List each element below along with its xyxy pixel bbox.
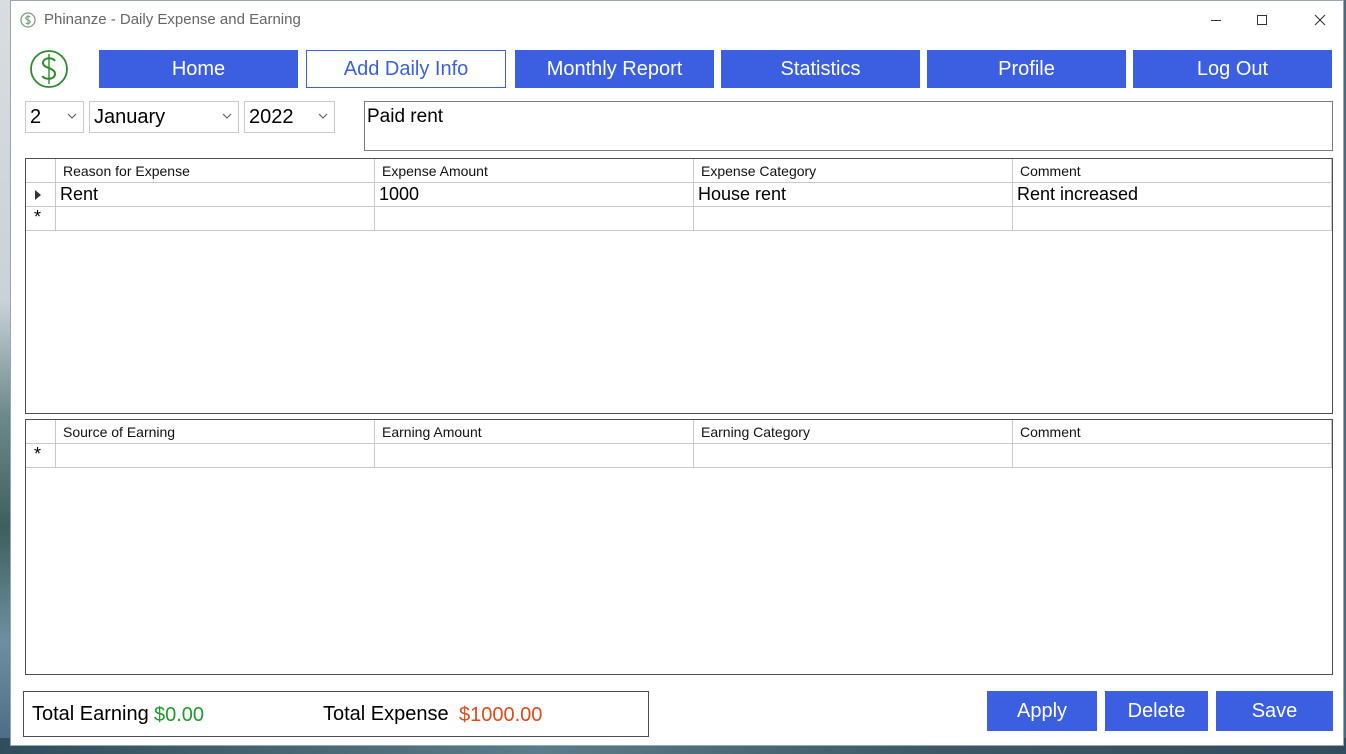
cell-reason[interactable]: Rent bbox=[56, 183, 375, 207]
chevron-down-icon bbox=[222, 113, 232, 119]
new-row[interactable]: * bbox=[26, 444, 1332, 468]
month-select[interactable]: January bbox=[89, 101, 239, 133]
table-row[interactable]: Rent 1000 House rent Rent increased bbox=[26, 183, 1332, 207]
total-earning-value: $0.00 bbox=[154, 704, 205, 726]
close-button[interactable] bbox=[1297, 5, 1343, 35]
total-expense-value: $1000.00 bbox=[459, 704, 543, 726]
close-icon bbox=[1314, 14, 1326, 26]
column-header-earning-amount[interactable]: Earning Amount bbox=[375, 420, 694, 444]
apply-button[interactable]: Apply bbox=[987, 691, 1097, 731]
cell-category[interactable]: House rent bbox=[694, 183, 1013, 207]
new-row-marker[interactable]: * bbox=[26, 444, 56, 468]
row-header-corner bbox=[26, 420, 56, 444]
earning-grid[interactable]: Source of Earning Earning Amount Earning… bbox=[25, 419, 1333, 675]
cell-earning-amount-new[interactable] bbox=[375, 444, 694, 468]
cell-earning-category-new[interactable] bbox=[694, 444, 1013, 468]
day-select-value: 2 bbox=[30, 106, 42, 128]
nav-logout-button[interactable]: Log Out bbox=[1133, 50, 1332, 88]
nav-monthly-report-button[interactable]: Monthly Report bbox=[515, 50, 714, 88]
column-header-comment[interactable]: Comment bbox=[1013, 159, 1332, 183]
totals-panel: Total Earning $0.00 Total Expense $1000.… bbox=[23, 691, 649, 737]
triangle-right-icon bbox=[35, 190, 41, 200]
cell-category-new[interactable] bbox=[694, 207, 1013, 231]
app-logo-dollar-icon bbox=[30, 50, 68, 88]
row-header-corner bbox=[26, 159, 56, 183]
year-select-value: 2022 bbox=[249, 106, 294, 128]
cell-reason-new[interactable] bbox=[56, 207, 375, 231]
dollar-circle-icon bbox=[20, 12, 36, 28]
minimize-button[interactable] bbox=[1193, 5, 1239, 35]
cell-comment[interactable]: Rent increased bbox=[1013, 183, 1332, 207]
maximize-icon bbox=[1257, 15, 1267, 25]
new-row-marker[interactable]: * bbox=[26, 207, 56, 231]
nav-add-daily-info-button[interactable]: Add Daily Info bbox=[306, 50, 506, 88]
earning-grid-header: Source of Earning Earning Amount Earning… bbox=[26, 420, 1332, 444]
cell-earning-comment-new[interactable] bbox=[1013, 444, 1332, 468]
new-row[interactable]: * bbox=[26, 207, 1332, 231]
minimize-icon bbox=[1211, 20, 1221, 21]
expense-grid-header: Reason for Expense Expense Amount Expens… bbox=[26, 159, 1332, 183]
daily-note-textbox[interactable]: Paid rent bbox=[364, 101, 1333, 151]
nav-home-button[interactable]: Home bbox=[99, 50, 298, 88]
chevron-down-icon bbox=[318, 113, 328, 119]
nav-statistics-button[interactable]: Statistics bbox=[721, 50, 920, 88]
title-bar[interactable]: Phinanze - Daily Expense and Earning bbox=[11, 1, 1343, 39]
day-select[interactable]: 2 bbox=[25, 101, 84, 133]
cell-amount[interactable]: 1000 bbox=[375, 183, 694, 207]
app-window: Phinanze - Daily Expense and Earning Hom… bbox=[10, 0, 1344, 746]
column-header-earning-category[interactable]: Earning Category bbox=[694, 420, 1013, 444]
total-earning-label: Total Earning bbox=[32, 703, 149, 725]
cell-source-new[interactable] bbox=[56, 444, 375, 468]
window-title: Phinanze - Daily Expense and Earning bbox=[44, 11, 301, 28]
column-header-reason[interactable]: Reason for Expense bbox=[56, 159, 375, 183]
column-header-amount[interactable]: Expense Amount bbox=[375, 159, 694, 183]
cell-comment-new[interactable] bbox=[1013, 207, 1332, 231]
delete-button[interactable]: Delete bbox=[1105, 691, 1208, 731]
expense-grid[interactable]: Reason for Expense Expense Amount Expens… bbox=[25, 158, 1333, 414]
column-header-category[interactable]: Expense Category bbox=[694, 159, 1013, 183]
column-header-source[interactable]: Source of Earning bbox=[56, 420, 375, 444]
maximize-button[interactable] bbox=[1239, 5, 1285, 35]
save-button[interactable]: Save bbox=[1216, 691, 1333, 731]
cell-amount-new[interactable] bbox=[375, 207, 694, 231]
nav-profile-button[interactable]: Profile bbox=[927, 50, 1126, 88]
year-select[interactable]: 2022 bbox=[244, 101, 335, 133]
current-row-marker[interactable] bbox=[26, 183, 56, 207]
column-header-earning-comment[interactable]: Comment bbox=[1013, 420, 1332, 444]
total-expense-label: Total Expense bbox=[323, 703, 449, 725]
chevron-down-icon bbox=[67, 113, 77, 119]
month-select-value: January bbox=[94, 106, 166, 128]
